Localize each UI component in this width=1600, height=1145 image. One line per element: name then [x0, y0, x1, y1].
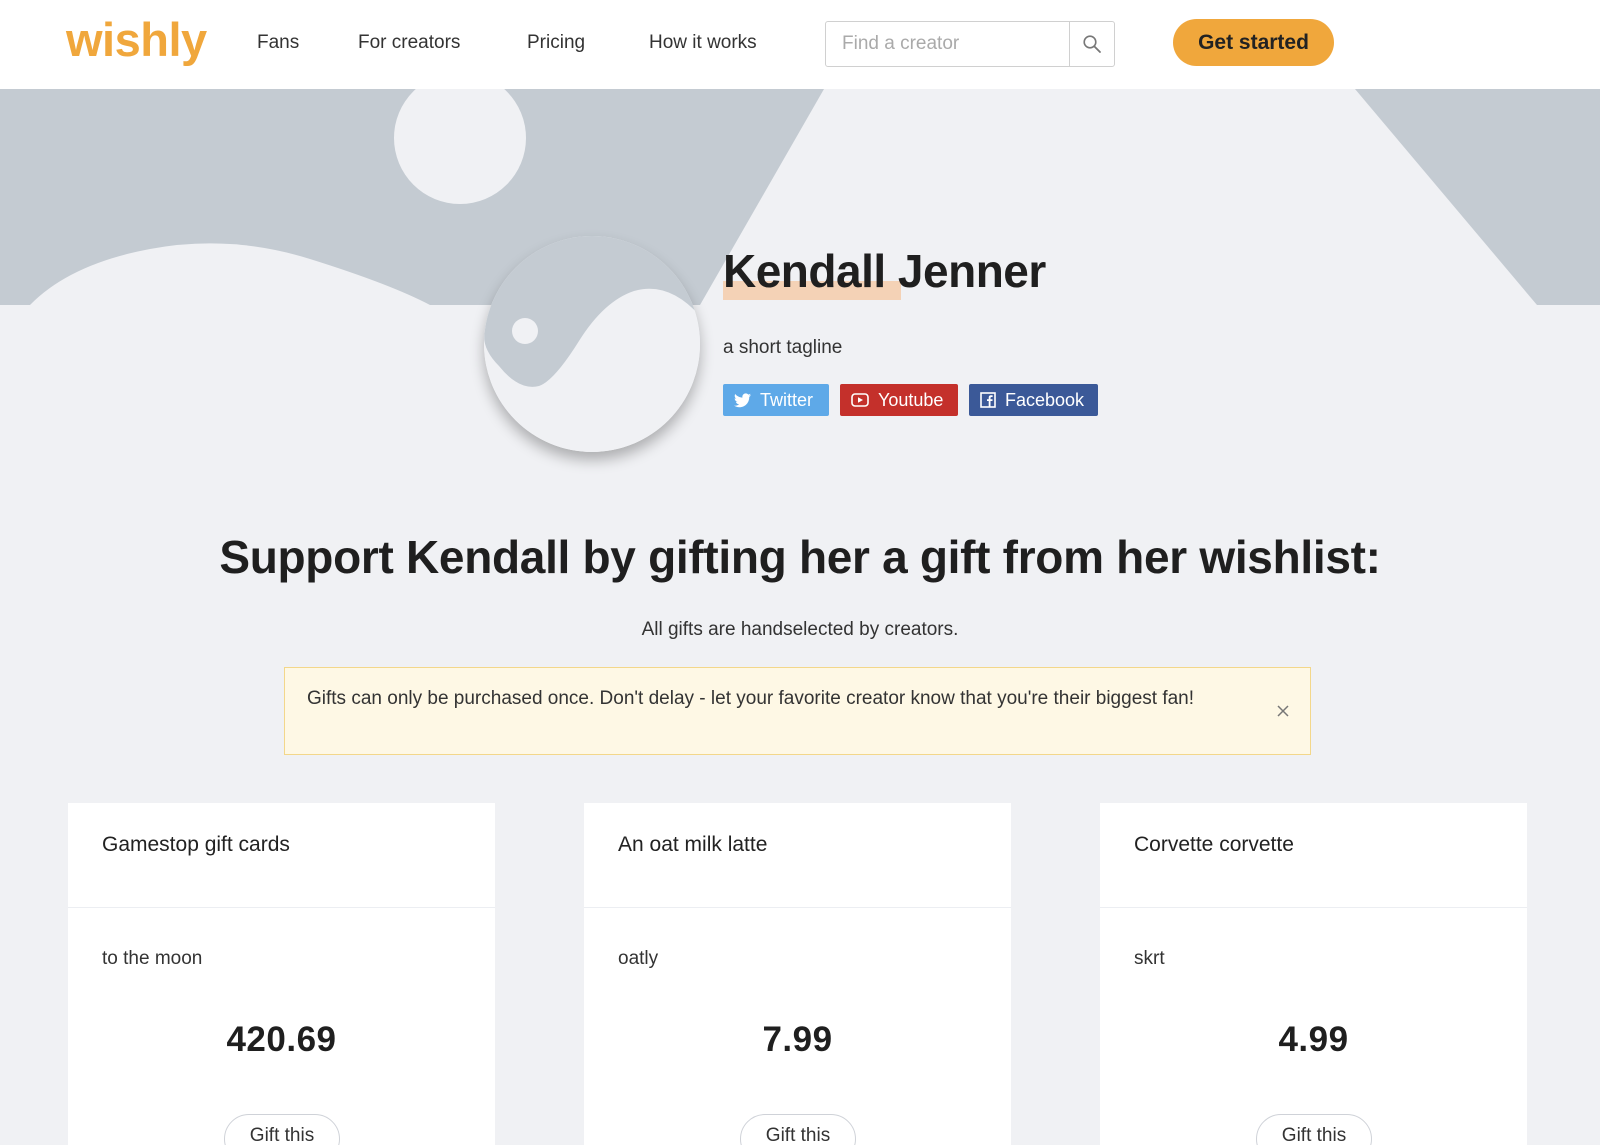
- creator-name: Kendall Jenner: [723, 245, 1046, 297]
- gift-title: Corvette corvette: [1134, 833, 1294, 856]
- gift-description: skrt: [1134, 948, 1165, 969]
- gift-description: to the moon: [102, 948, 203, 969]
- youtube-label: Youtube: [878, 389, 944, 410]
- notice-close-button[interactable]: [1272, 700, 1294, 722]
- twitter-button[interactable]: Twitter: [723, 384, 829, 416]
- facebook-label: Facebook: [1005, 389, 1085, 410]
- gift-title: An oat milk latte: [618, 833, 768, 856]
- gift-this-button[interactable]: Gift this: [224, 1114, 340, 1145]
- gift-title: Gamestop gift cards: [102, 833, 290, 856]
- gift-card: Corvette corvette skrt 4.99 Gift this: [1100, 803, 1527, 1145]
- wishlist-headline: Support Kendall by gifting her a gift fr…: [219, 531, 1381, 583]
- close-icon: [1277, 705, 1289, 717]
- gift-price: 420.69: [226, 1020, 337, 1059]
- gift-card: Gamestop gift cards to the moon 420.69 G…: [68, 803, 495, 1145]
- wishlist-subtext: All gifts are handselected by creators.: [641, 619, 959, 640]
- gift-price: 4.99: [1278, 1020, 1349, 1059]
- navbar: wishly Fans For creators Pricing How it …: [0, 0, 1600, 89]
- avatar: [484, 236, 700, 452]
- youtube-icon: [851, 393, 869, 407]
- gift-this-button[interactable]: Gift this: [740, 1114, 856, 1145]
- nav-link-for-creators[interactable]: For creators: [358, 33, 460, 52]
- gift-description: oatly: [618, 948, 659, 969]
- twitter-label: Twitter: [760, 389, 814, 410]
- notice-text: Gifts can only be purchased once. Don't …: [307, 688, 1195, 709]
- nav-link-pricing[interactable]: Pricing: [527, 33, 585, 52]
- twitter-icon: [734, 392, 751, 407]
- logo[interactable]: wishly: [66, 16, 207, 63]
- gift-this-button[interactable]: Gift this: [1256, 1114, 1372, 1145]
- creator-tagline: a short tagline: [723, 337, 843, 358]
- gift-card-header: An oat milk latte: [584, 803, 1011, 908]
- gift-price: 7.99: [762, 1020, 833, 1059]
- gift-card-header: Corvette corvette: [1100, 803, 1527, 908]
- facebook-icon: [980, 392, 996, 408]
- notice-banner: Gifts can only be purchased once. Don't …: [284, 667, 1311, 755]
- gift-card: An oat milk latte oatly 7.99 Gift this: [584, 803, 1011, 1145]
- facebook-button[interactable]: Facebook: [969, 384, 1098, 416]
- nav-link-how-it-works[interactable]: How it works: [649, 33, 757, 52]
- search-icon: [1083, 35, 1101, 53]
- nav-link-fans[interactable]: Fans: [257, 33, 299, 52]
- search-box: [825, 21, 1115, 67]
- gift-card-header: Gamestop gift cards: [68, 803, 495, 908]
- search-input[interactable]: [826, 22, 1069, 66]
- get-started-button[interactable]: Get started: [1173, 19, 1334, 66]
- search-button[interactable]: [1069, 22, 1114, 66]
- youtube-button[interactable]: Youtube: [840, 384, 958, 416]
